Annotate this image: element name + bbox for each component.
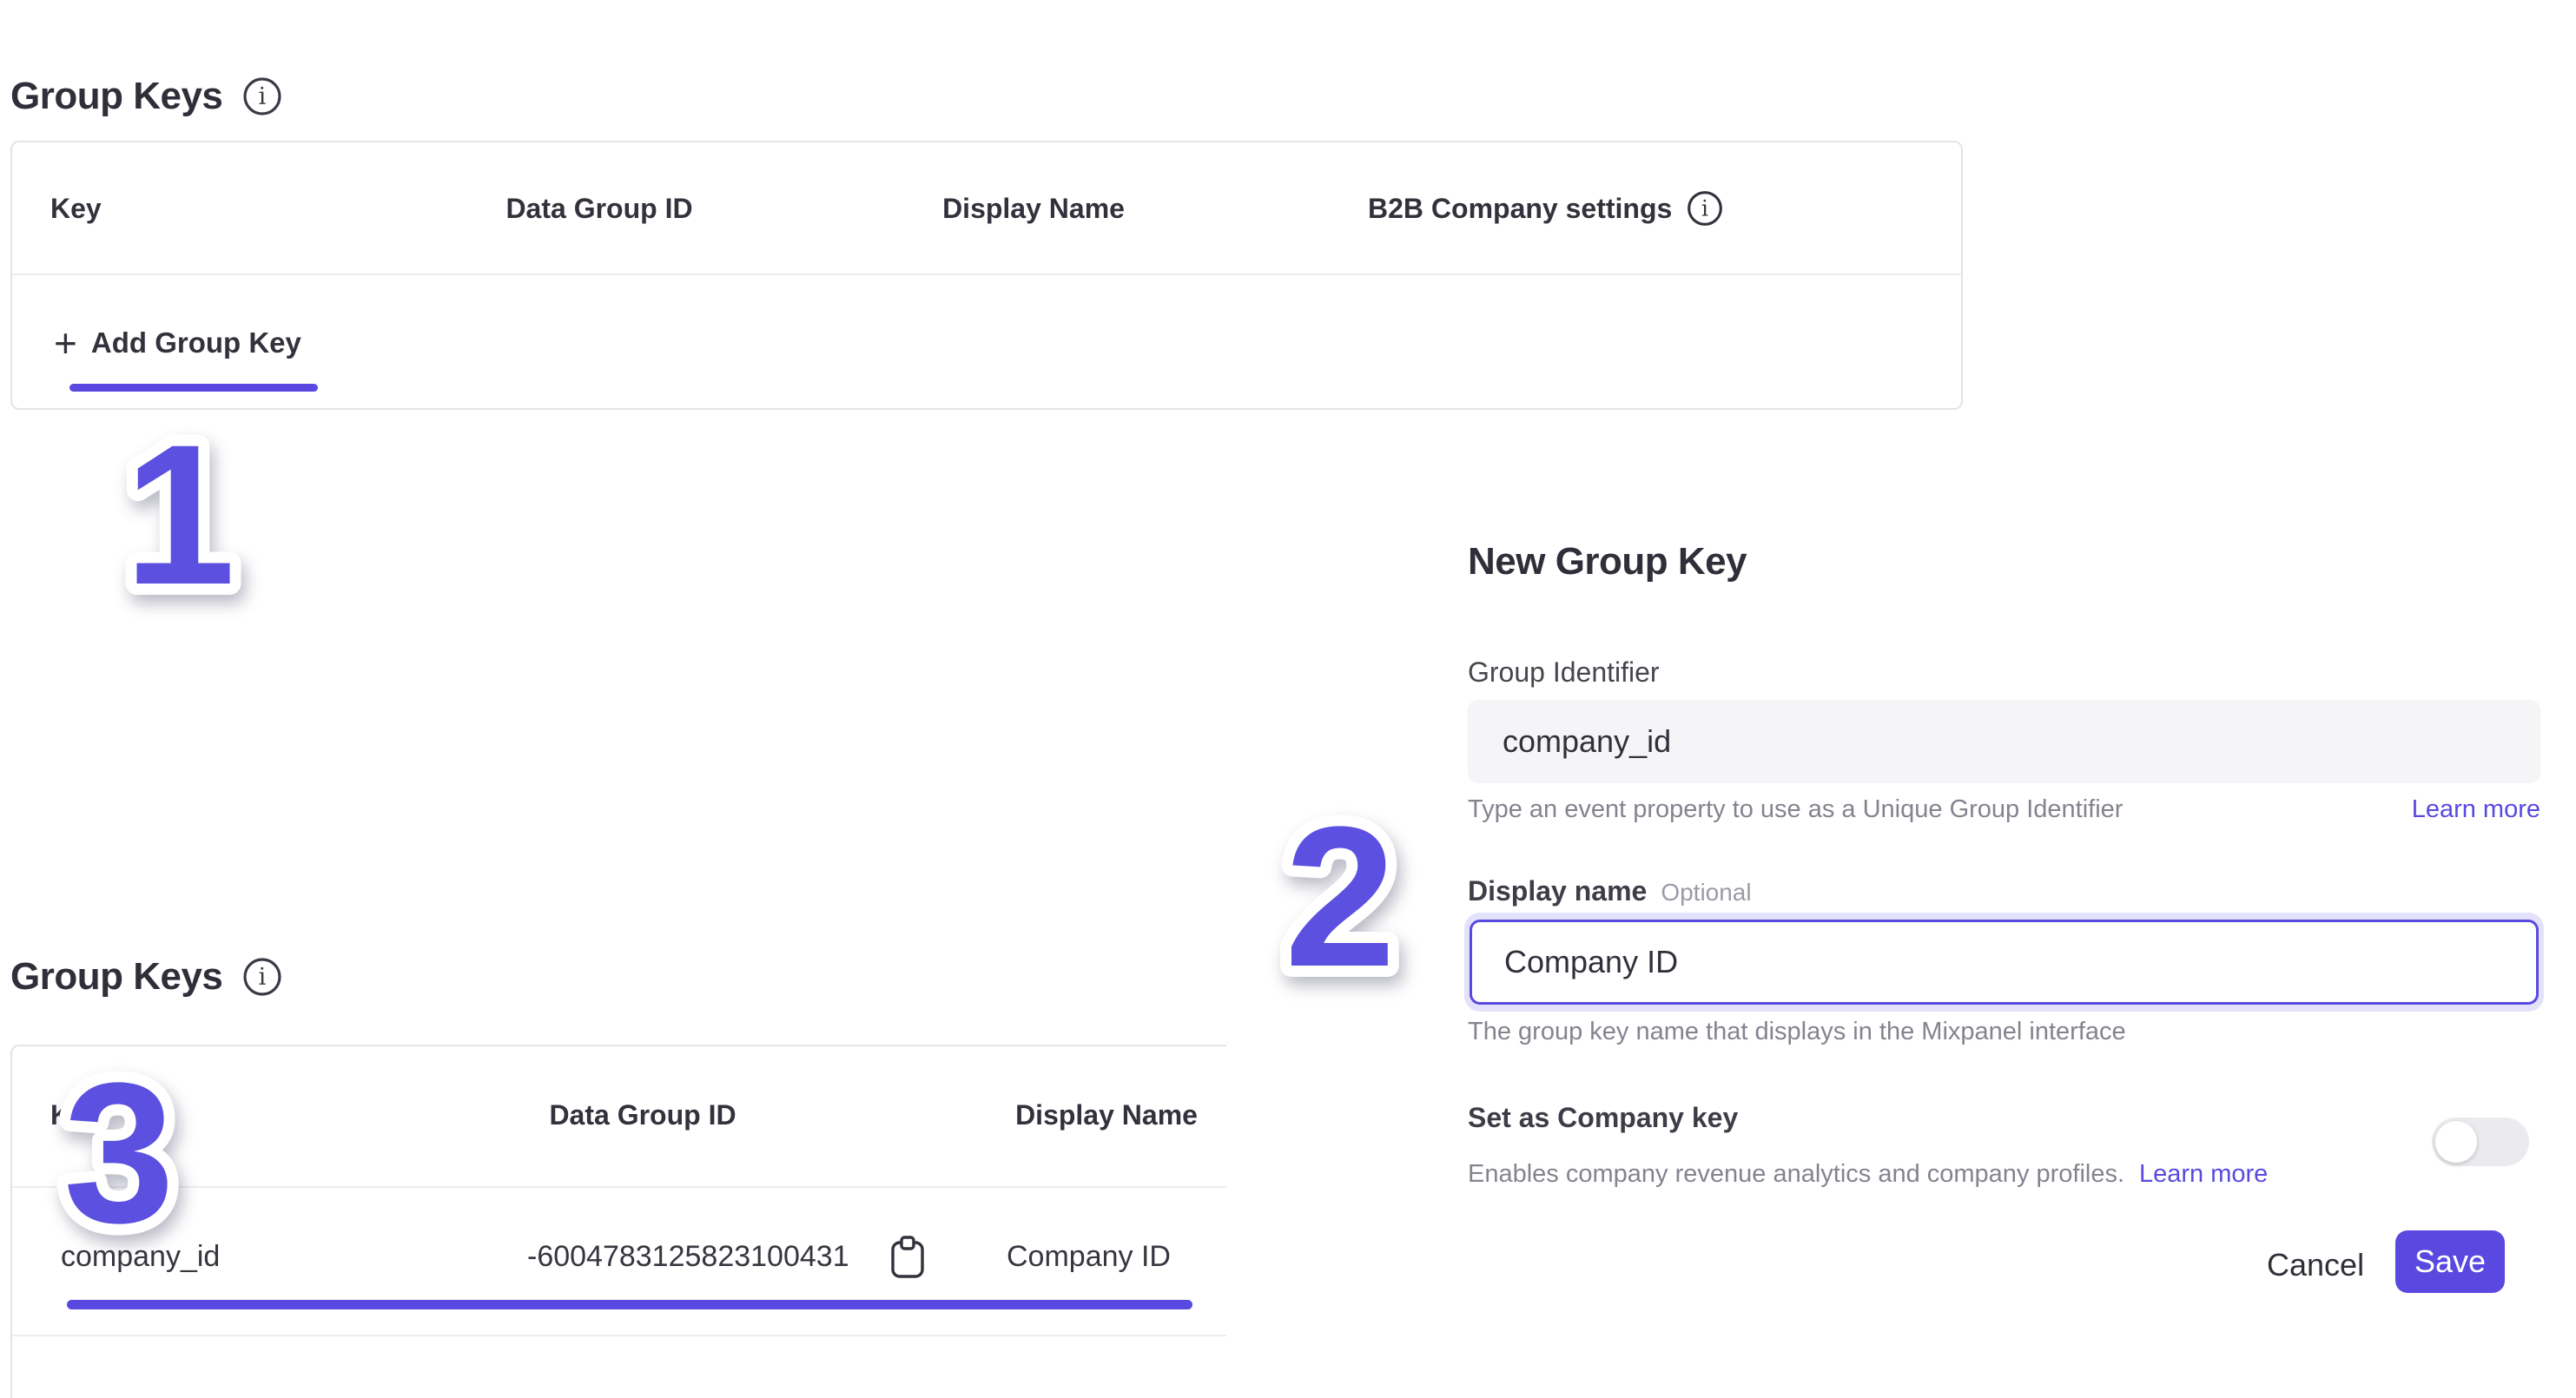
group-keys-table — [10, 141, 1963, 410]
svg-text:1: 1 — [124, 410, 235, 626]
row-highlight-underline — [67, 1300, 1192, 1309]
svg-text:2: 2 — [1285, 792, 1396, 1008]
learn-more-link[interactable]: Learn more — [2412, 795, 2540, 824]
group-identifier-helper: Type an event property to use as a Uniqu… — [1468, 795, 2123, 824]
group-keys-settings-page: Group Keys i Key Data Group ID Display N… — [0, 0, 2576, 1398]
optional-label: Optional — [1661, 879, 1751, 907]
form-title: New Group Key — [1468, 540, 1747, 584]
toggle-knob — [2435, 1121, 2477, 1163]
display-name-input[interactable] — [1470, 920, 2539, 1005]
save-button[interactable]: Save — [2395, 1230, 2505, 1293]
row-data-group-id-cell: -6004783125823100431 — [527, 1240, 849, 1274]
column-header-display-name: Display Name — [942, 193, 1125, 225]
column-header-key: Key — [50, 193, 102, 225]
plus-icon: + — [54, 323, 77, 363]
display-name-label: Display name — [1468, 875, 1647, 907]
column-header-display-name: Display Name — [1015, 1099, 1198, 1131]
column-header-data-group-id: Data Group ID — [505, 193, 692, 225]
svg-text:i: i — [259, 83, 267, 110]
cancel-button[interactable]: Cancel — [2267, 1247, 2364, 1283]
copy-icon[interactable] — [888, 1235, 928, 1280]
svg-text:3: 3 — [63, 1048, 175, 1264]
bottom-section-title-row: Group Keys i — [10, 955, 283, 999]
display-name-label-row: Display name Optional — [1468, 875, 1752, 907]
company-key-label: Set as Company key — [1468, 1102, 1738, 1134]
info-icon[interactable]: i — [241, 76, 283, 117]
company-key-toggle[interactable] — [2432, 1118, 2529, 1166]
column-header-b2b-settings: B2B Company settings i — [1368, 189, 1724, 228]
page-title: Group Keys — [10, 955, 222, 999]
display-name-helper: The group key name that displays in the … — [1468, 1018, 2126, 1046]
step-3-badge: 3 — [6, 1048, 232, 1283]
group-identifier-label: Group Identifier — [1468, 656, 1660, 689]
add-group-key-button[interactable]: + Add Group Key — [54, 323, 301, 363]
add-group-key-underline — [69, 384, 318, 392]
step-2-badge: 2 — [1227, 792, 1453, 1026]
table-header-divider — [12, 274, 1961, 275]
group-identifier-helper-row: Type an event property to use as a Uniqu… — [1468, 795, 2540, 824]
svg-text:i: i — [1701, 195, 1708, 221]
group-identifier-input[interactable] — [1468, 700, 2540, 783]
info-icon[interactable]: i — [1686, 189, 1724, 228]
company-key-helper-row: Enables company revenue analytics and co… — [1468, 1160, 2268, 1189]
info-icon[interactable]: i — [241, 956, 283, 998]
row-display-name-cell: Company ID — [1007, 1240, 1171, 1274]
learn-more-link[interactable]: Learn more — [2139, 1160, 2268, 1188]
step-1-badge: 1 — [67, 410, 293, 644]
top-section-title-row: Group Keys i — [10, 75, 283, 118]
company-key-helper: Enables company revenue analytics and co… — [1468, 1160, 2124, 1188]
page-title: Group Keys — [10, 75, 222, 118]
column-header-data-group-id: Data Group ID — [549, 1099, 736, 1131]
table-row-divider — [12, 1335, 1226, 1336]
svg-text:i: i — [259, 964, 267, 991]
